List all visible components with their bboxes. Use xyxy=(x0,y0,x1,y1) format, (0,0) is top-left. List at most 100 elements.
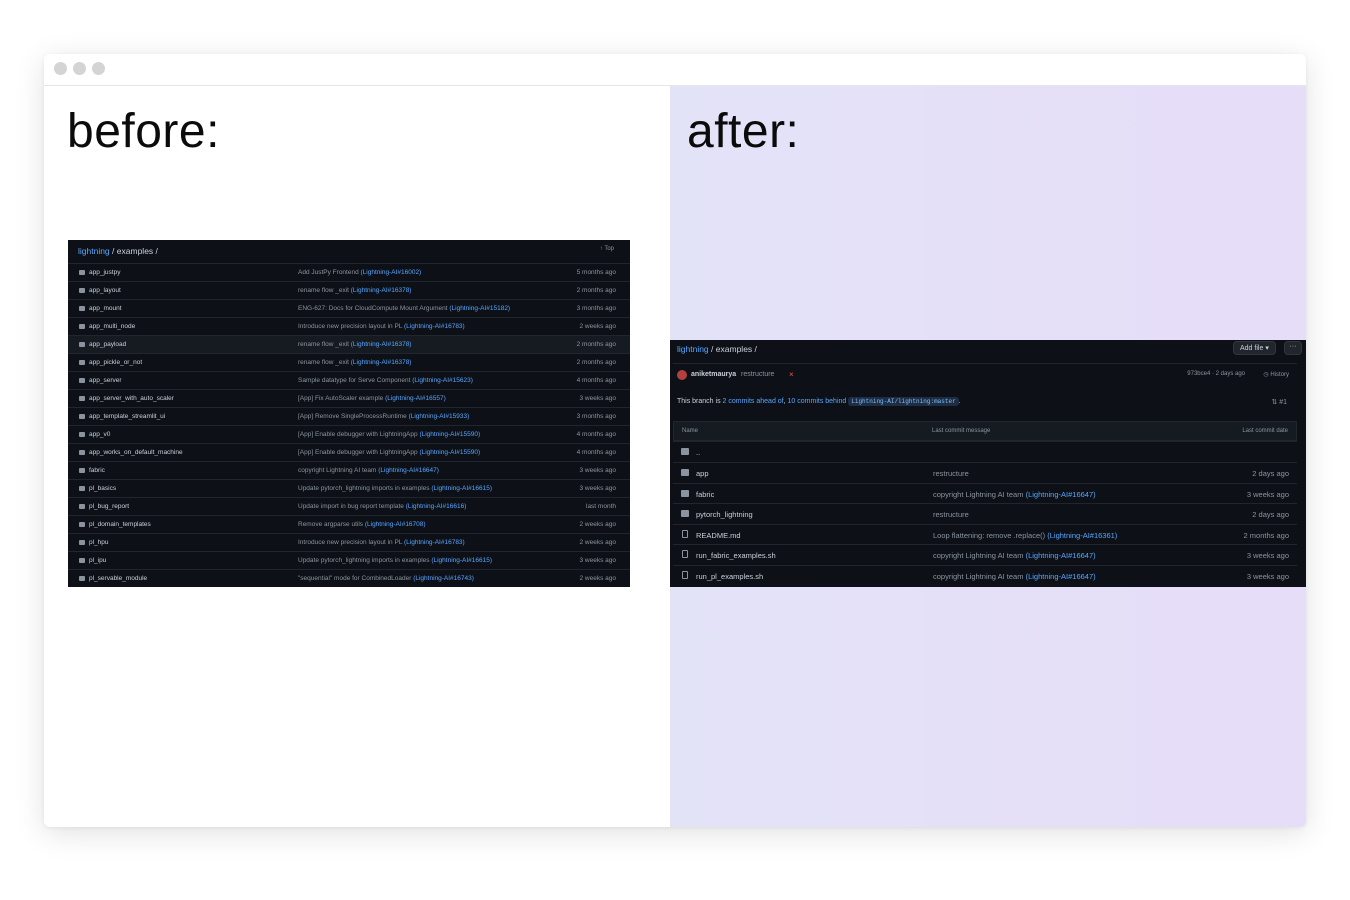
commit-message-text[interactable]: restructure xyxy=(933,510,969,519)
pr-link[interactable]: (Lightning-AI#16361) xyxy=(1047,531,1117,540)
file-name-link[interactable]: app_v0 xyxy=(89,431,110,438)
table-row[interactable]: app restructure 2 days ago xyxy=(673,462,1297,483)
add-file-button[interactable]: Add file ▾ xyxy=(1233,341,1276,355)
window-dot-icon[interactable] xyxy=(92,62,105,75)
table-row[interactable]: app_template_streamlit_ui [App] Remove Si… xyxy=(68,407,630,426)
commit-message-text[interactable]: [App] Enable debugger with LightningApp xyxy=(298,449,418,456)
more-options-button[interactable]: ··· xyxy=(1284,341,1302,355)
commit-message-text[interactable]: copyright Lightning AI team xyxy=(933,572,1023,581)
commit-message-text[interactable]: rename flow _exit xyxy=(298,287,349,294)
file-name-link[interactable]: app_pickle_or_not xyxy=(89,359,142,366)
pull-requests-link[interactable]: ⇅ #1 xyxy=(1271,398,1287,406)
commit-message-text[interactable]: Update pytorch_lightning imports in exam… xyxy=(298,485,430,492)
table-row[interactable]: README.md Loop flattening: remove .replac… xyxy=(673,523,1297,545)
commit-message-text[interactable]: rename flow _exit xyxy=(298,341,349,348)
commit-message-text[interactable]: Add JustPy Frontend xyxy=(298,269,359,276)
commit-message-text[interactable]: "sequential" mode for CombinedLoader xyxy=(298,575,411,582)
commits-ahead-link[interactable]: 2 commits ahead of xyxy=(723,398,784,405)
pr-link[interactable]: (Lightning-AI#16783) xyxy=(404,323,465,330)
pr-link[interactable]: (Lightning-AI#16783) xyxy=(404,539,465,546)
file-name-link[interactable]: app_multi_node xyxy=(89,323,135,330)
file-name-link[interactable]: pytorch_lightning xyxy=(696,510,753,519)
pr-link[interactable]: (Lightning-AI#16378) xyxy=(351,287,412,294)
commit-message-text[interactable]: copyright Lightning AI team xyxy=(933,551,1023,560)
pr-link[interactable]: (Lightning-AI#15590) xyxy=(419,449,480,456)
pr-link[interactable]: (Lightning-AI#16615) xyxy=(431,557,492,564)
file-name-link[interactable]: pl_hpu xyxy=(89,539,109,546)
table-row[interactable]: app_v0 [App] Enable debugger with Lightni… xyxy=(68,425,630,444)
table-row[interactable]: app_payload rename flow _exit (Lightning-… xyxy=(68,335,630,354)
top-button[interactable]: ↑ Top xyxy=(600,246,614,252)
pr-link[interactable]: (Lightning-AI#16647) xyxy=(1026,490,1096,499)
pr-link[interactable]: (Lightning-AI#15623) xyxy=(412,377,473,384)
window-dot-icon[interactable] xyxy=(54,62,67,75)
file-name-link[interactable]: fabric xyxy=(89,467,105,474)
table-row[interactable]: app_multi_node Introduce new precision la… xyxy=(68,317,630,336)
pr-link[interactable]: (Lightning-AI#16647) xyxy=(378,467,439,474)
file-name-link[interactable]: app_server_with_auto_scaler xyxy=(89,395,174,402)
commit-message-text[interactable]: [App] Enable debugger with LightningApp xyxy=(298,431,418,438)
table-row[interactable]: app_pickle_or_not rename flow _exit (Ligh… xyxy=(68,353,630,372)
table-row[interactable]: app_layout rename flow _exit (Lightning-A… xyxy=(68,281,630,300)
commit-message-text[interactable]: Sample datatype for Serve Component xyxy=(298,377,410,384)
table-row[interactable]: pl_bug_report Update import in bug report… xyxy=(68,497,630,516)
file-name-link[interactable]: app_template_streamlit_ui xyxy=(89,413,165,420)
table-row[interactable]: fabric copyright Lightning AI team (Light… xyxy=(673,482,1297,504)
file-name-link[interactable]: run_fabric_examples.sh xyxy=(696,551,776,560)
commit-message-text[interactable]: [App] Remove SingleProcessRuntime xyxy=(298,413,407,420)
commit-message-text[interactable]: Update import in bug report template xyxy=(298,503,404,510)
file-name-link[interactable]: README.md xyxy=(696,531,741,540)
commit-message-text[interactable]: copyright Lightning AI team xyxy=(298,467,376,474)
file-name-link[interactable]: app xyxy=(696,469,709,478)
commit-meta[interactable]: 973bce4 · 2 days ago xyxy=(1187,371,1245,377)
file-name-link[interactable]: app_mount xyxy=(89,305,122,312)
commits-behind-link[interactable]: 10 commits behind xyxy=(788,398,847,405)
pr-link[interactable]: (Lightning-AI#16647) xyxy=(1026,551,1096,560)
parent-dir-row[interactable]: .. xyxy=(673,441,1297,462)
table-row[interactable]: app_server_with_auto_scaler [App] Fix Aut… xyxy=(68,389,630,408)
history-link[interactable]: ◷ History xyxy=(1263,371,1289,378)
pr-link[interactable]: (Lightning-AI#16378) xyxy=(351,341,412,348)
file-name-link[interactable]: run_pl_examples.sh xyxy=(696,572,763,581)
table-row[interactable]: app_works_on_default_machine [App] Enable… xyxy=(68,443,630,462)
table-row[interactable]: pl_basics Update pytorch_lightning import… xyxy=(68,479,630,498)
table-row[interactable]: pl_servable_module "sequential" mode for … xyxy=(68,569,630,588)
table-row[interactable]: pytorch_lightning restructure 2 days ago xyxy=(673,503,1297,524)
commit-message[interactable]: restructure xyxy=(741,371,774,378)
file-name-link[interactable]: app_payload xyxy=(89,341,126,348)
table-row[interactable]: pl_domain_templates Remove argparse utils… xyxy=(68,515,630,534)
pr-link[interactable]: (Lightning-AI#16557) xyxy=(385,395,446,402)
file-name-link[interactable]: app_server xyxy=(89,377,122,384)
table-row[interactable]: run_pl_examples.sh copyright Lightning AI… xyxy=(673,564,1297,586)
commit-message-text[interactable]: copyright Lightning AI team xyxy=(933,490,1023,499)
commit-author[interactable]: aniketmaurya xyxy=(691,371,736,378)
commit-message-text[interactable]: Update pytorch_lightning imports in exam… xyxy=(298,557,430,564)
commit-message-text[interactable]: Loop flattening: remove .replace() xyxy=(933,531,1045,540)
file-name-link[interactable]: pl_domain_templates xyxy=(89,521,151,528)
commit-message-text[interactable]: restructure xyxy=(933,469,969,478)
file-name-link[interactable]: pl_basics xyxy=(89,485,116,492)
file-name-link[interactable]: app_works_on_default_machine xyxy=(89,449,183,456)
pr-link[interactable]: (Lightning-AI#16708) xyxy=(365,521,426,528)
table-row[interactable]: app_mount ENG-627: Docs for CloudCompute … xyxy=(68,299,630,318)
breadcrumb-repo-link[interactable]: lightning xyxy=(677,344,709,354)
pr-link[interactable]: (Lightning-AI#16615) xyxy=(431,485,492,492)
pr-link[interactable]: (Lightning-AI#16616) xyxy=(406,503,467,510)
file-name-link[interactable]: app_justpy xyxy=(89,269,120,276)
pr-link[interactable]: (Lightning-AI#15590) xyxy=(419,431,480,438)
commit-message-text[interactable]: rename flow _exit xyxy=(298,359,349,366)
file-name-link[interactable]: app_layout xyxy=(89,287,121,294)
pr-link[interactable]: (Lightning-AI#16002) xyxy=(361,269,422,276)
table-row[interactable]: app_justpy Add JustPy Frontend (Lightning… xyxy=(68,263,630,282)
file-name-link[interactable]: pl_ipu xyxy=(89,557,106,564)
upstream-branch-ref[interactable]: Lightning-AI/lightning:master xyxy=(848,397,959,406)
pr-link[interactable]: (Lightning-AI#15933) xyxy=(409,413,470,420)
pr-link[interactable]: (Lightning-AI#16378) xyxy=(351,359,412,366)
table-row[interactable]: app_server Sample datatype for Serve Comp… xyxy=(68,371,630,390)
file-name-link[interactable]: pl_bug_report xyxy=(89,503,129,510)
table-row[interactable]: fabric copyright Lightning AI team (Light… xyxy=(68,461,630,480)
pr-link[interactable]: (Lightning-AI#16647) xyxy=(1026,572,1096,581)
breadcrumb-repo-link[interactable]: lightning xyxy=(78,246,110,256)
window-dot-icon[interactable] xyxy=(73,62,86,75)
file-name-link[interactable]: pl_servable_module xyxy=(89,575,147,582)
